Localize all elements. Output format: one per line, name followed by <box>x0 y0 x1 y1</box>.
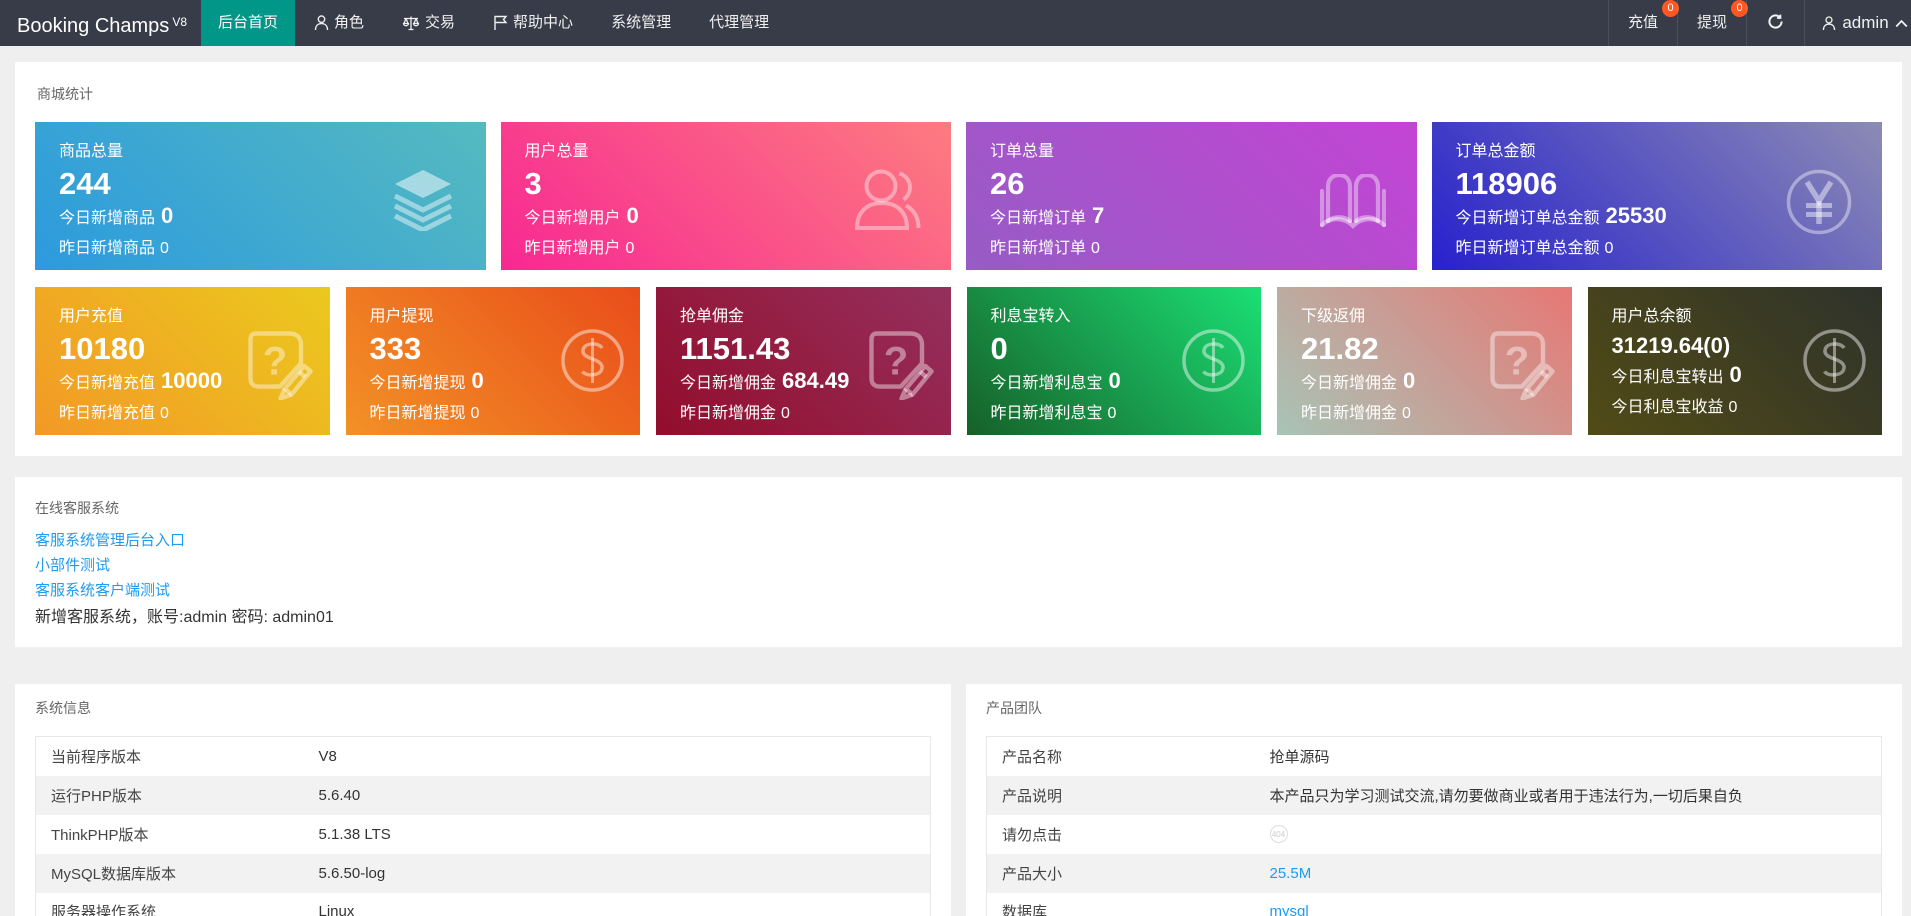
svg-text:?: ? <box>262 339 286 383</box>
svg-text:?: ? <box>883 339 907 383</box>
svg-text:?: ? <box>1504 339 1528 383</box>
